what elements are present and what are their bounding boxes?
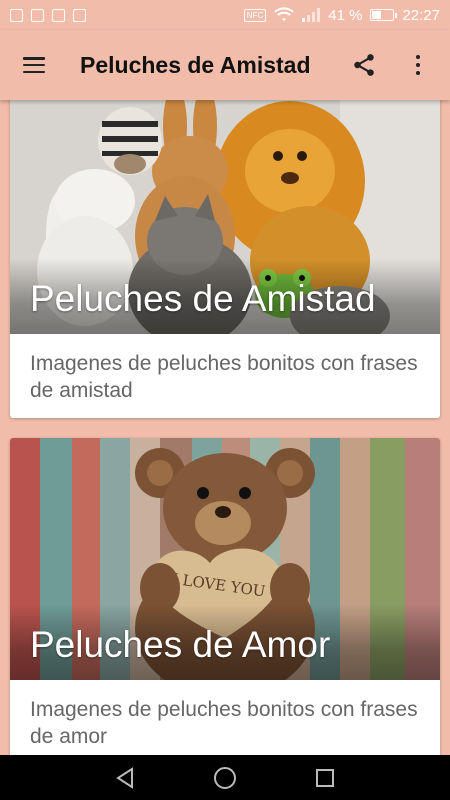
nfc-icon: NFC bbox=[243, 8, 267, 22]
image-icon bbox=[73, 8, 86, 22]
wifi-icon bbox=[274, 7, 294, 21]
overflow-menu-button[interactable] bbox=[398, 43, 438, 87]
notification-icons bbox=[10, 8, 86, 22]
home-button[interactable] bbox=[210, 763, 240, 793]
share-button[interactable] bbox=[344, 43, 384, 87]
card-image-plush-toys: Peluches de Amistad bbox=[10, 100, 440, 334]
recents-button[interactable] bbox=[310, 763, 340, 793]
back-button[interactable] bbox=[110, 763, 140, 793]
signal-icon bbox=[302, 8, 321, 22]
card-list[interactable]: Peluches de Amistad Imagenes de peluches… bbox=[0, 100, 450, 755]
recents-square-icon bbox=[316, 768, 334, 787]
page-title: Peluches de Amistad bbox=[80, 51, 311, 78]
category-card-amor[interactable]: I LOVE YOU Peluches de Amor Imagenes de … bbox=[10, 438, 440, 755]
battery-icon bbox=[370, 9, 398, 21]
image-icon bbox=[31, 8, 44, 22]
card-title: Peluches de Amistad bbox=[30, 278, 376, 319]
card-title: Peluches de Amor bbox=[30, 624, 331, 665]
image-icon bbox=[52, 8, 65, 22]
system-navigation-bar bbox=[0, 755, 450, 800]
battery-percent: 41 % bbox=[328, 6, 363, 24]
card-description: Imagenes de peluches bonitos con frases … bbox=[30, 352, 418, 402]
more-vert-icon bbox=[416, 55, 420, 75]
hamburger-menu-icon bbox=[23, 57, 45, 73]
share-icon bbox=[354, 54, 374, 76]
home-circle-icon bbox=[214, 766, 236, 789]
app-bar: Peluches de Amistad bbox=[0, 30, 450, 100]
card-image-teddy-bear: I LOVE YOU Peluches de Amor bbox=[10, 438, 440, 680]
status-bar: NFC 41 % 22:27 bbox=[0, 0, 450, 30]
back-triangle-icon bbox=[116, 766, 133, 789]
system-icons: NFC 41 % 22:27 bbox=[243, 6, 440, 24]
clock: 22:27 bbox=[402, 6, 440, 24]
card-description: Imagenes de peluches bonitos con frases … bbox=[30, 698, 418, 748]
gallery-icon bbox=[10, 8, 23, 22]
menu-button[interactable] bbox=[12, 43, 56, 87]
category-card-amistad[interactable]: Peluches de Amistad Imagenes de peluches… bbox=[10, 100, 440, 418]
